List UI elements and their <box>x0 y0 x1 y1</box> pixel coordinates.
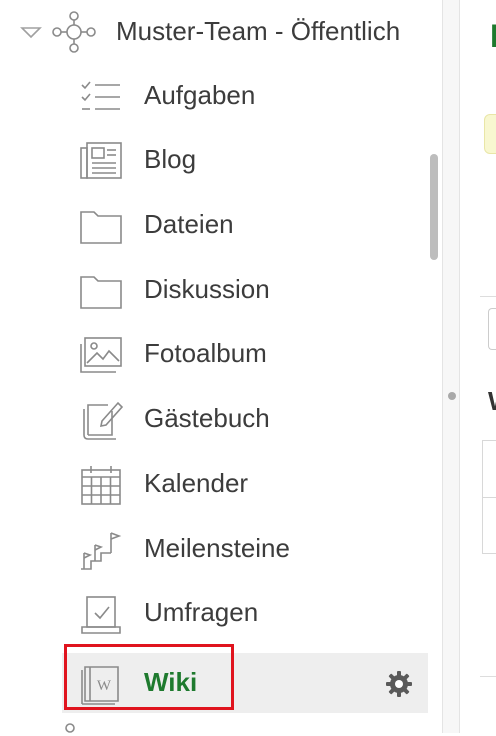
main-content: N W <box>460 0 496 733</box>
newspaper-icon <box>78 138 124 184</box>
sidebar-item-label: Kalender <box>144 468 249 498</box>
wiki-book-icon: W <box>78 661 124 707</box>
sidebar-item-label: Umfragen <box>144 597 259 627</box>
sidebar-item-kalender[interactable]: Kalender <box>62 454 428 514</box>
photo-album-icon <box>78 332 124 378</box>
sidebar-item-label: Fotoalbum <box>144 338 267 368</box>
divider <box>480 676 496 677</box>
section-heading: W <box>488 386 496 417</box>
sidebar-navigation: Muster-Team - Öffentlich Aufgaben Blog D… <box>0 0 442 733</box>
sidebar-item-umfragen[interactable]: Umfragen <box>62 583 428 643</box>
sidebar-item-label: Diskussion <box>144 274 270 304</box>
page-title: N <box>490 18 496 55</box>
svg-text:W: W <box>97 678 112 694</box>
table-row-divider <box>483 497 496 498</box>
caret-down-icon[interactable] <box>20 24 42 40</box>
input-field[interactable] <box>488 308 496 350</box>
splitter-handle-icon[interactable] <box>448 392 456 400</box>
sidebar-item-meilensteine[interactable]: Meilensteine <box>62 519 428 579</box>
checklist-icon <box>78 74 124 120</box>
team-label: Muster-Team - Öffentlich <box>116 16 401 46</box>
sidebar-item-label: Wiki <box>144 667 198 697</box>
milestones-icon <box>78 527 124 573</box>
sidebar-item-label: Dateien <box>144 209 234 239</box>
sidebar-item-blog[interactable]: Blog <box>62 130 428 190</box>
sidebar-item-gaestebuch[interactable]: Gästebuch <box>62 389 428 449</box>
sidebar-item-dateien[interactable]: Dateien <box>62 195 428 255</box>
content-table <box>482 440 496 554</box>
sidebar-item-label: Aufgaben <box>144 80 256 110</box>
scrollbar-thumb[interactable] <box>430 154 438 260</box>
sidebar-item-label: Blog <box>144 144 197 174</box>
calendar-icon <box>78 462 124 508</box>
divider <box>480 296 496 297</box>
notice-box <box>484 114 496 154</box>
sidebar-item-diskussion[interactable]: Diskussion <box>62 260 428 320</box>
poll-icon <box>78 591 124 637</box>
folder-icon <box>78 203 124 249</box>
sidebar-item-wiki[interactable]: W Wiki <box>62 653 428 713</box>
sidebar-scrollbar[interactable] <box>428 150 440 262</box>
sidebar-item-label: Gästebuch <box>144 403 270 433</box>
sidebar-item-label: Meilensteine <box>144 533 290 563</box>
sidebar-item-fotoalbum[interactable]: Fotoalbum <box>62 324 428 384</box>
network-icon <box>65 723 75 733</box>
network-icon <box>52 11 96 53</box>
sidebar-item-aufgaben[interactable]: Aufgaben <box>62 66 428 126</box>
pane-splitter[interactable] <box>442 0 460 733</box>
guestbook-icon <box>78 397 124 443</box>
team-tree-node[interactable]: Muster-Team - Öffentlich <box>0 0 442 64</box>
folder-icon <box>78 268 124 314</box>
gear-icon[interactable] <box>384 669 414 699</box>
